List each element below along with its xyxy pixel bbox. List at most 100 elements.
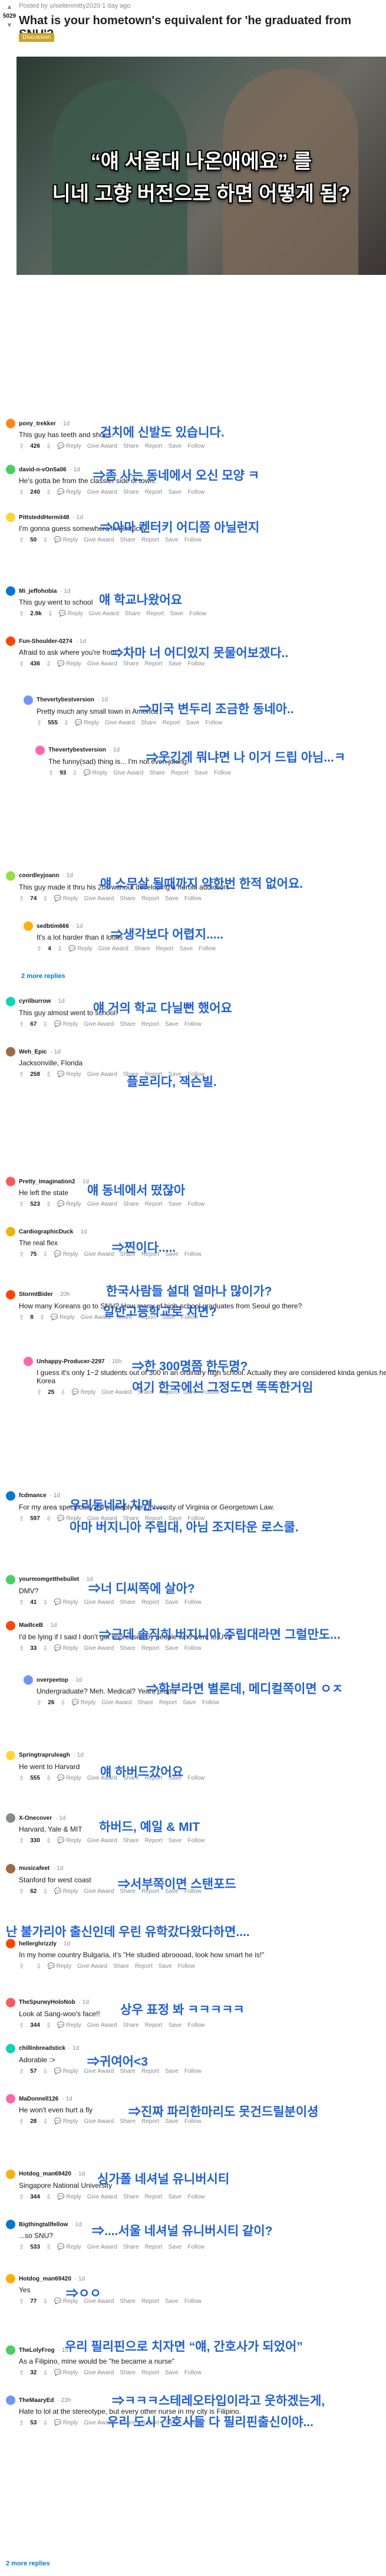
save-button[interactable]: Save xyxy=(165,537,179,543)
upvote-icon[interactable]: ⇧ xyxy=(19,1963,24,1970)
post-title[interactable]: What is your hometown's equivalent for '… xyxy=(19,14,378,41)
share-button[interactable]: Share xyxy=(123,661,139,667)
share-button[interactable]: Share xyxy=(123,2244,139,2250)
comment-username[interactable]: Thevertybestversion xyxy=(37,697,94,703)
follow-button[interactable]: Follow xyxy=(184,2068,202,2075)
follow-button[interactable]: Follow xyxy=(187,2244,204,2250)
save-button[interactable]: Save xyxy=(194,770,208,776)
give-award-button[interactable]: Give Award xyxy=(84,895,114,902)
upvote-icon[interactable]: ⇧ xyxy=(19,610,24,618)
avatar[interactable] xyxy=(24,1357,33,1367)
downvote-icon[interactable]: ⇩ xyxy=(46,1837,51,1845)
save-button[interactable]: Save xyxy=(169,1201,182,1207)
avatar[interactable] xyxy=(6,2395,15,2406)
comment-username[interactable]: david-n-vOn5a06 xyxy=(19,467,67,473)
avatar[interactable] xyxy=(24,695,33,705)
comment-username[interactable]: Weh_Epic xyxy=(19,1049,47,1055)
reply-button[interactable]: 💬 Reply xyxy=(54,2420,78,2426)
reply-button[interactable]: 💬 Reply xyxy=(54,2068,78,2075)
report-button[interactable]: Report xyxy=(171,770,189,776)
avatar[interactable] xyxy=(6,2094,15,2104)
comment-username[interactable]: Springtrapruleagh xyxy=(19,1752,70,1758)
follow-button[interactable]: Follow xyxy=(184,2298,202,2305)
share-button[interactable]: Share xyxy=(120,895,136,902)
give-award-button[interactable]: Give Award xyxy=(87,2194,117,2200)
save-button[interactable]: Save xyxy=(169,2244,182,2250)
give-award-button[interactable]: Give Award xyxy=(101,1389,131,1396)
avatar[interactable] xyxy=(6,1227,15,1237)
upvote-icon[interactable]: ⇧ xyxy=(19,2419,24,2427)
save-button[interactable]: Save xyxy=(169,2194,182,2200)
save-button[interactable]: Save xyxy=(165,1021,179,1028)
downvote-icon[interactable]: ⇩ xyxy=(46,1515,51,1522)
reply-button[interactable]: 💬 Reply xyxy=(54,1251,78,1258)
share-button[interactable]: Share xyxy=(113,1963,129,1970)
give-award-button[interactable]: Give Award xyxy=(105,720,135,726)
give-award-button[interactable]: Give Award xyxy=(84,1251,114,1258)
share-button[interactable]: Share xyxy=(123,443,139,449)
report-button[interactable]: Report xyxy=(145,489,163,495)
upvote-icon[interactable]: ⇧ xyxy=(19,2243,24,2251)
follow-button[interactable]: Follow xyxy=(184,1599,202,1606)
follow-button[interactable]: Follow xyxy=(205,720,222,726)
follow-button[interactable]: Follow xyxy=(178,1963,195,1970)
upvote-icon[interactable]: ⇧ xyxy=(19,2022,24,2029)
avatar[interactable] xyxy=(6,1574,15,1584)
share-button[interactable]: Share xyxy=(123,2022,139,2029)
save-button[interactable]: Save xyxy=(179,946,193,952)
share-button[interactable]: Share xyxy=(149,770,165,776)
share-button[interactable]: Share xyxy=(123,1837,139,1844)
report-button[interactable]: Report xyxy=(141,1021,159,1028)
share-button[interactable]: Share xyxy=(120,1021,136,1028)
downvote-icon[interactable]: ⇩ xyxy=(39,1314,45,1321)
report-button[interactable]: Report xyxy=(145,1837,163,1844)
follow-button[interactable]: Follow xyxy=(187,1201,204,1207)
share-button[interactable]: Share xyxy=(120,537,136,543)
avatar[interactable] xyxy=(6,1997,15,2007)
downvote-icon[interactable]: ⇩ xyxy=(46,442,51,450)
follow-button[interactable]: Follow xyxy=(202,1699,219,1706)
give-award-button[interactable]: Give Award xyxy=(84,2370,114,2376)
share-button[interactable]: Share xyxy=(120,1599,136,1606)
follow-button[interactable]: Follow xyxy=(187,1775,204,1781)
reply-button[interactable]: 💬 Reply xyxy=(59,611,83,617)
comment-username[interactable]: MadIceB xyxy=(19,1622,43,1629)
comment-username[interactable]: coordleyjoann xyxy=(19,872,59,879)
give-award-button[interactable]: Give Award xyxy=(84,537,114,543)
upvote-icon[interactable]: ⇧ xyxy=(19,2298,24,2305)
reply-button[interactable]: 💬 Reply xyxy=(57,2194,81,2200)
follow-button[interactable]: Follow xyxy=(189,611,206,617)
follow-button[interactable]: Follow xyxy=(187,2194,204,2200)
give-award-button[interactable]: Give Award xyxy=(87,443,117,449)
avatar[interactable] xyxy=(6,465,15,475)
reply-button[interactable]: 💬 Reply xyxy=(57,661,81,667)
downvote-icon[interactable]: ⇩ xyxy=(57,945,62,953)
report-button[interactable]: Report xyxy=(135,1963,153,1970)
upvote-icon[interactable]: ⇧ xyxy=(19,1888,24,1895)
reply-button[interactable]: 💬 Reply xyxy=(54,1021,78,1028)
give-award-button[interactable]: Give Award xyxy=(87,1837,117,1844)
follow-button[interactable]: Follow xyxy=(184,1251,202,1258)
comment-username[interactable]: Bigthingtallfellow xyxy=(19,2221,68,2228)
avatar[interactable] xyxy=(6,1289,15,1300)
downvote-icon[interactable]: ⇩ xyxy=(46,1071,51,1078)
share-button[interactable]: Share xyxy=(123,1201,139,1207)
avatar[interactable] xyxy=(6,2274,15,2284)
reply-button[interactable]: 💬 Reply xyxy=(54,1599,78,1606)
upvote-icon[interactable]: ⇧ xyxy=(37,945,42,953)
downvote-icon[interactable]: ⇩ xyxy=(46,2022,51,2029)
reply-button[interactable]: 💬 Reply xyxy=(72,1699,96,1706)
give-award-button[interactable]: Give Award xyxy=(84,1599,114,1606)
avatar[interactable] xyxy=(6,1750,15,1760)
report-button[interactable]: Report xyxy=(145,1201,163,1207)
report-button[interactable]: Report xyxy=(141,2298,159,2305)
reply-button[interactable]: 💬 Reply xyxy=(54,1645,78,1652)
reply-button[interactable]: 💬 Reply xyxy=(54,2118,78,2125)
report-button[interactable]: Report xyxy=(145,443,163,449)
avatar[interactable] xyxy=(6,1813,15,1823)
reply-button[interactable]: 💬 Reply xyxy=(57,489,81,495)
give-award-button[interactable]: Give Award xyxy=(84,1888,114,1895)
share-button[interactable]: Share xyxy=(120,1645,136,1652)
upvote-icon[interactable]: ⇧ xyxy=(19,1020,24,1028)
avatar[interactable] xyxy=(6,2345,15,2355)
